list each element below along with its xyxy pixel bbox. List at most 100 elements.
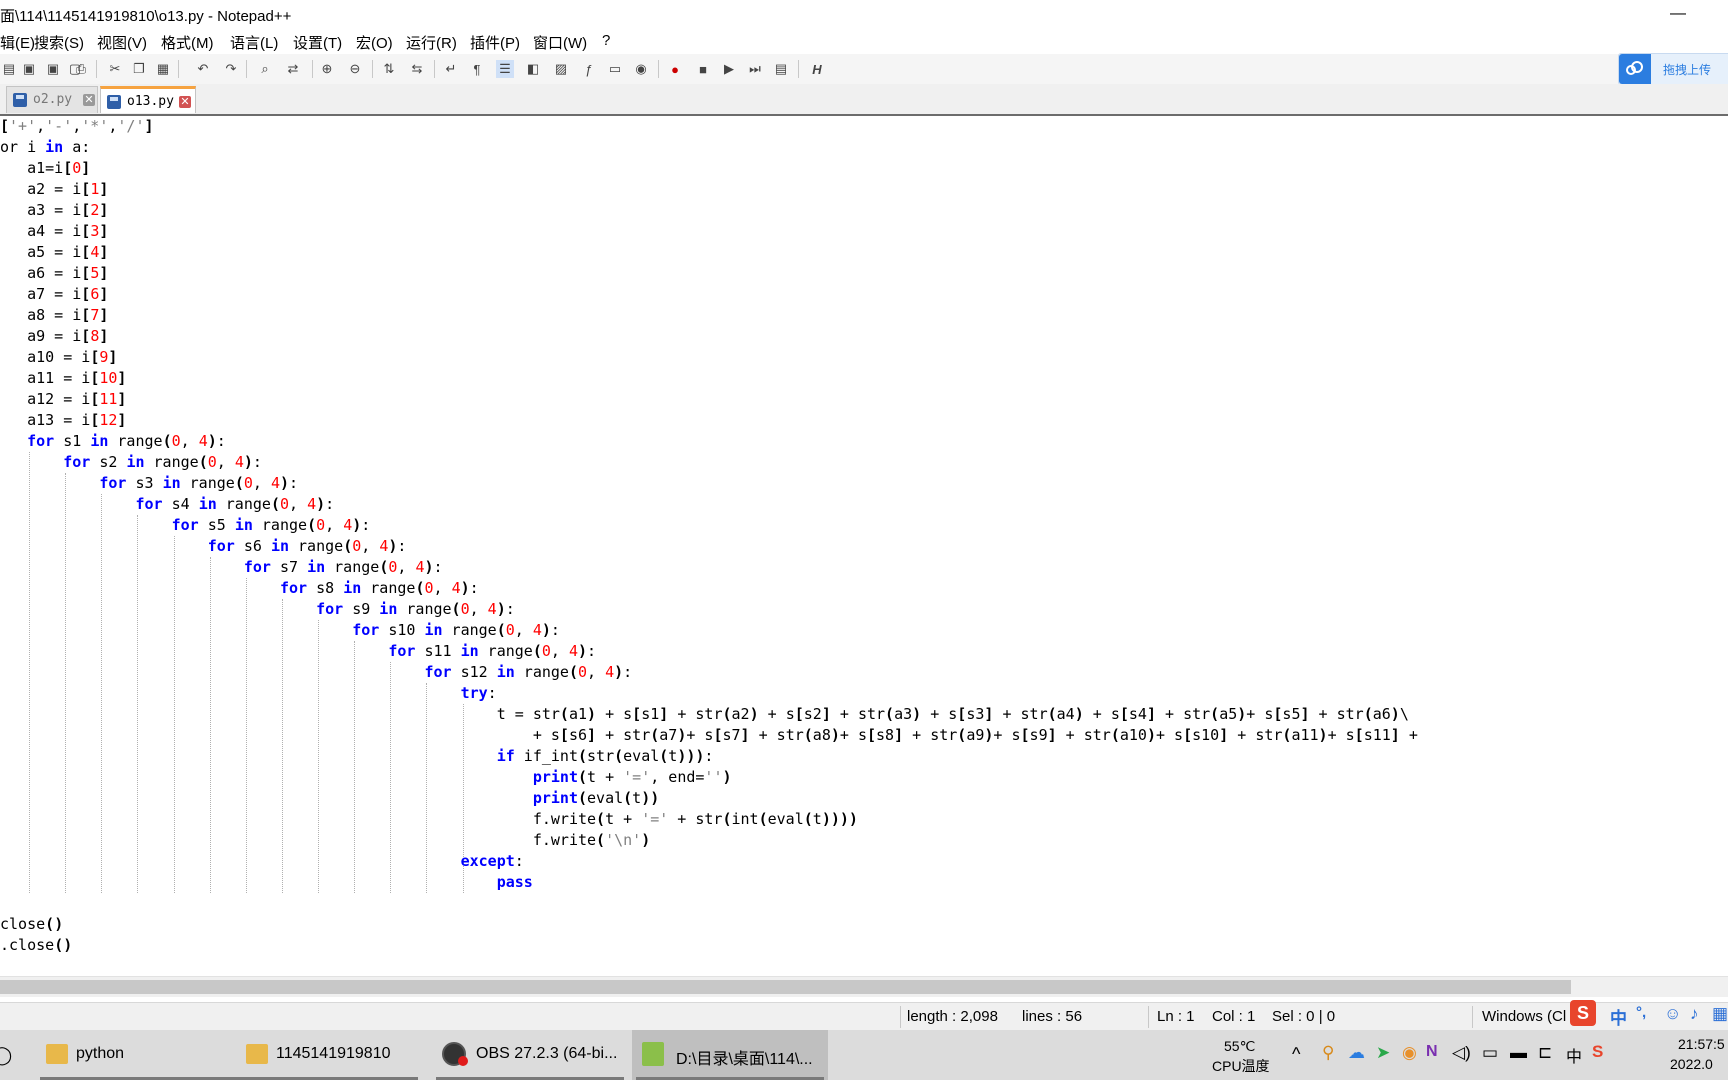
menu-language[interactable]: 语言(L): [230, 32, 278, 53]
menu-window[interactable]: 窗口(W): [533, 32, 587, 53]
input-language[interactable]: 中: [1566, 1043, 1582, 1067]
window-title: 面\114\1145141919810\o13.py - Notepad++: [0, 8, 292, 25]
taskbar-label: 1145141919810: [276, 1045, 391, 1062]
tab-close-icon[interactable]: ✕: [83, 94, 95, 106]
toolbar: ▤ ▣ ▣ ▢ ⎙ ✂ ❐ ▦ ↶ ↷ ⌕ ⇄ ⊕ ⊖ ⇅ ⇆ ↵ ¶ ☰ ◧ …: [0, 54, 1728, 85]
function-list-icon[interactable]: ƒ: [580, 60, 598, 78]
volume-icon[interactable]: ◁): [1452, 1043, 1471, 1063]
upload-label: 拖拽上传: [1663, 63, 1712, 77]
taskbar-notepadpp[interactable]: D:\目录\桌面\114\...: [632, 1030, 828, 1080]
folder-workspace-icon[interactable]: ▭: [606, 60, 624, 78]
chevron-up-icon[interactable]: ^: [1292, 1044, 1300, 1065]
udl-icon[interactable]: ◧: [524, 60, 542, 78]
folder-icon: [46, 1044, 68, 1064]
task-view-icon[interactable]: ◯: [0, 1045, 12, 1066]
display-icon[interactable]: ▭: [1482, 1043, 1498, 1063]
code-text[interactable]: ['+','-','*','/'] or i in a: a1=i[0] a2 …: [0, 116, 1418, 956]
stop-macro-icon[interactable]: ■: [694, 60, 712, 78]
cut-icon[interactable]: ✂: [106, 60, 124, 78]
record-macro-icon[interactable]: ●: [666, 60, 684, 78]
status-separator: [1148, 1006, 1149, 1028]
drag-upload-widget[interactable]: 拖拽上传: [1618, 53, 1728, 85]
cpu-temp-value: 55℃: [1224, 1038, 1256, 1054]
ime-mode[interactable]: 中: [1610, 1004, 1627, 1029]
word-wrap-icon[interactable]: ↵: [442, 60, 460, 78]
taskbar-label: python: [76, 1045, 125, 1062]
plugin-h-icon[interactable]: H: [808, 60, 826, 78]
menu-view[interactable]: 视图(V): [97, 32, 147, 53]
run-macro-multiple-icon[interactable]: ⏭: [746, 60, 764, 78]
ime-punct[interactable]: °,: [1636, 1004, 1646, 1021]
menu-help[interactable]: ?: [602, 32, 610, 49]
baidu-cloud-icon[interactable]: ☁: [1348, 1043, 1365, 1063]
redo-icon[interactable]: ↷: [222, 60, 240, 78]
cloud-upload-icon: [1619, 54, 1651, 84]
onenote-icon[interactable]: N: [1426, 1043, 1438, 1061]
toolbar-separator: [658, 60, 659, 78]
open-file-icon[interactable]: ▤: [0, 60, 18, 78]
status-separator: [900, 1006, 901, 1028]
code-editor[interactable]: ['+','-','*','/'] or i in a: a1=i[0] a2 …: [0, 116, 1728, 976]
menu-plugins[interactable]: 插件(P): [470, 32, 520, 53]
show-all-chars-icon[interactable]: ¶: [468, 60, 486, 78]
paste-icon[interactable]: ▦: [154, 60, 172, 78]
taskbar-obs[interactable]: OBS 27.2.3 (64-bi...: [432, 1030, 628, 1080]
save-macro-icon[interactable]: ▤: [772, 60, 790, 78]
find-icon[interactable]: ⌕: [256, 60, 274, 78]
send-tray-icon[interactable]: ➤: [1376, 1043, 1390, 1063]
tab-o2-py[interactable]: o2.py ✕: [6, 86, 98, 113]
doc-map-icon[interactable]: ▨: [552, 60, 570, 78]
zoom-in-icon[interactable]: ⊕: [318, 60, 336, 78]
clock-time[interactable]: 21:57:5: [1678, 1036, 1725, 1052]
tab-o13-py[interactable]: o13.py ✕: [100, 86, 196, 113]
status-length: length : 2,098: [907, 1008, 998, 1025]
menu-macro[interactable]: 宏(O): [356, 32, 393, 53]
app-tray-icon[interactable]: ◉: [1402, 1043, 1417, 1063]
folder-icon: [246, 1044, 268, 1064]
menu-run[interactable]: 运行(R): [406, 32, 457, 53]
indent-guide-icon[interactable]: ☰: [496, 60, 514, 78]
menu-edit[interactable]: 辑(E): [0, 32, 35, 53]
status-separator: [1472, 1006, 1473, 1028]
copy-icon[interactable]: ❐: [130, 60, 148, 78]
monitor-icon[interactable]: ◉: [632, 60, 650, 78]
sogou-tray-icon[interactable]: S: [1592, 1042, 1603, 1062]
title-bar: 面\114\1145141919810\o13.py - Notepad++ —: [0, 0, 1728, 28]
replace-icon[interactable]: ⇄: [284, 60, 302, 78]
menu-search[interactable]: 搜索(S): [34, 32, 84, 53]
toolbar-separator: [434, 60, 435, 78]
save-icon[interactable]: ▣: [20, 60, 38, 78]
taskbar-python[interactable]: python: [36, 1030, 246, 1080]
undo-icon[interactable]: ↶: [194, 60, 212, 78]
network-icon[interactable]: ⊏: [1538, 1043, 1552, 1063]
status-sel: Sel : 0 | 0: [1272, 1008, 1336, 1025]
sync-horizontal-icon[interactable]: ⇆: [408, 60, 426, 78]
menu-format[interactable]: 格式(M): [161, 32, 214, 53]
print-icon[interactable]: ⎙: [72, 60, 90, 78]
scrollbar-thumb[interactable]: [0, 980, 1571, 994]
status-lines: lines : 56: [1022, 1008, 1083, 1025]
keyboard-icon[interactable]: ▦: [1712, 1004, 1728, 1024]
status-ln: Ln : 1: [1157, 1008, 1195, 1025]
microphone-icon[interactable]: ♪: [1690, 1004, 1699, 1024]
taskbar-folder[interactable]: 1145141919810: [236, 1030, 422, 1080]
taskbar-label: OBS 27.2.3 (64-bi...: [476, 1045, 618, 1062]
toolbar-separator: [96, 60, 97, 78]
minimize-button[interactable]: —: [1664, 0, 1692, 28]
horizontal-scrollbar[interactable]: [0, 976, 1728, 997]
sync-vertical-icon[interactable]: ⇅: [380, 60, 398, 78]
toolbar-separator: [312, 60, 313, 78]
save-all-icon[interactable]: ▣: [44, 60, 62, 78]
toolbar-separator: [372, 60, 373, 78]
status-col: Col : 1: [1212, 1008, 1256, 1025]
menu-settings[interactable]: 设置(T): [293, 32, 342, 53]
zoom-out-icon[interactable]: ⊖: [346, 60, 364, 78]
emoji-icon[interactable]: ☺: [1664, 1004, 1681, 1024]
search-tray-icon[interactable]: ⚲: [1322, 1043, 1334, 1063]
battery-icon[interactable]: ▬: [1510, 1043, 1527, 1063]
play-macro-icon[interactable]: ▶: [720, 60, 738, 78]
clock-date[interactable]: 2022.0: [1670, 1056, 1713, 1072]
sogou-ime-icon[interactable]: S: [1570, 1000, 1596, 1026]
tab-label: o2.py: [33, 92, 73, 107]
tab-close-icon[interactable]: ✕: [179, 96, 191, 108]
